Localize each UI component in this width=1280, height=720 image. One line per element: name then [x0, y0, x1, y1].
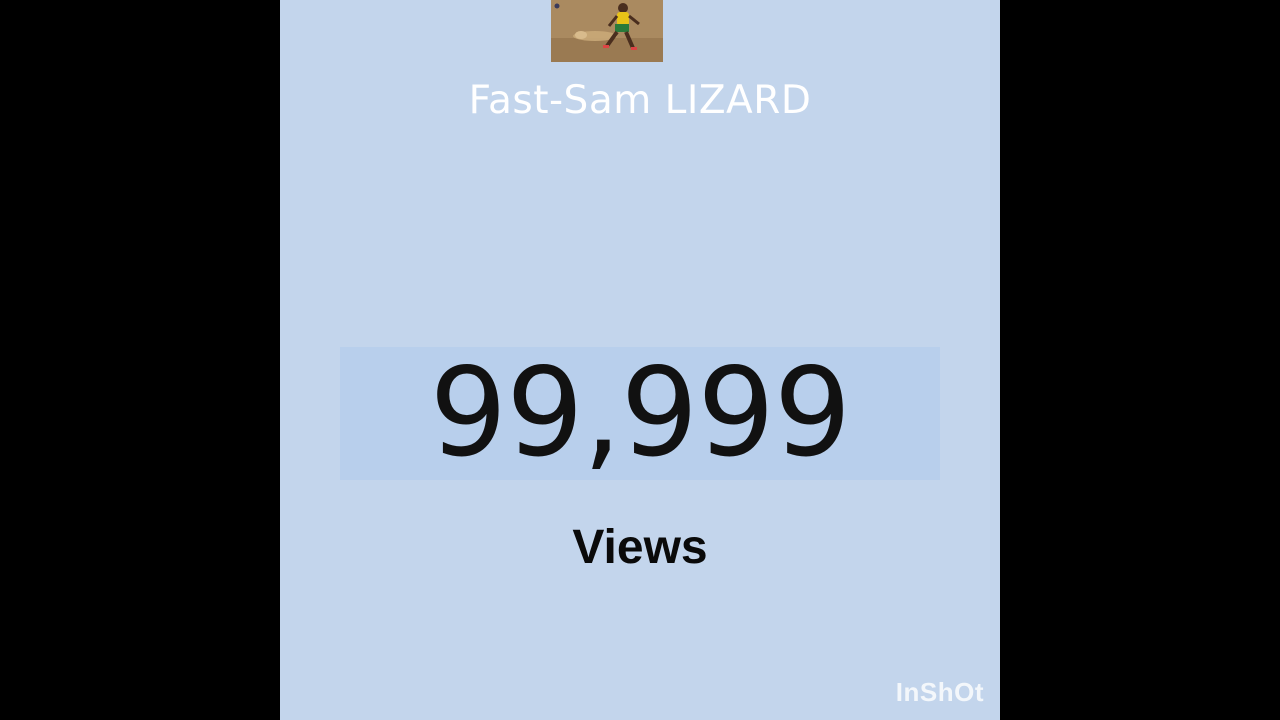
inshot-watermark: InShOt — [895, 677, 984, 707]
channel-thumbnail-image — [551, 0, 663, 62]
view-count-value: 99,999 — [429, 342, 852, 484]
letterbox-right — [1000, 0, 1280, 720]
view-counter-box: 99,999 — [340, 347, 940, 480]
video-frame: Fast-Sam LIZARD 99,999 Views InShOt — [280, 0, 1000, 720]
channel-name: Fast-Sam LIZARD — [468, 78, 812, 123]
runner-thumbnail-icon — [551, 0, 663, 62]
views-label: Views — [572, 521, 708, 574]
letterbox-left — [0, 0, 280, 720]
